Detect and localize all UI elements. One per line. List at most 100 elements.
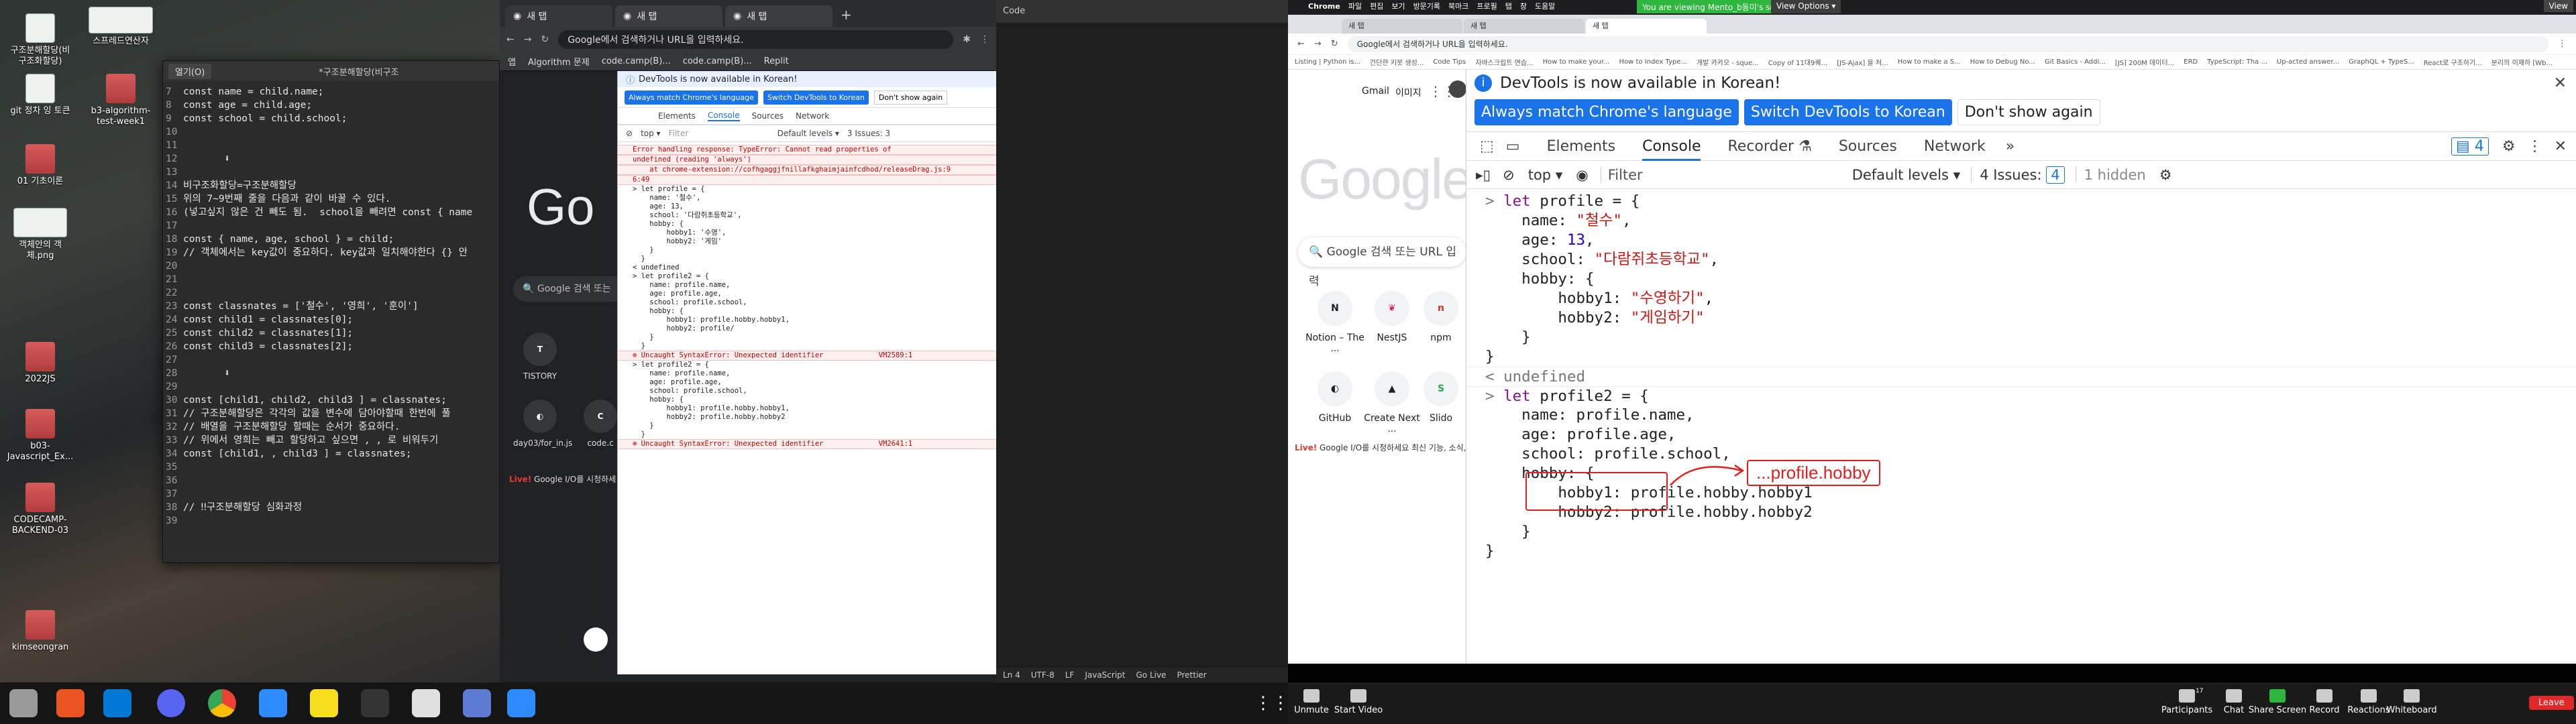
- bookmark-item[interactable]: Code Tips: [1433, 58, 1466, 66]
- match-language-button[interactable]: Always match Chrome's language: [1474, 99, 1739, 125]
- zoom-app-icon[interactable]: [507, 689, 535, 717]
- bookmark-item[interactable]: How to make your...: [1543, 58, 1610, 66]
- bookmark-item[interactable]: ERD: [2184, 58, 2198, 66]
- switch-korean-button[interactable]: Switch DevTools to Korean: [1743, 99, 1952, 125]
- gmail-link[interactable]: Gmail: [1362, 86, 1389, 97]
- shortcut-for-in[interactable]: ◐ day03/for_in.js: [513, 400, 572, 448]
- screenshot-icon[interactable]: [463, 689, 491, 717]
- bookmark-item[interactable]: GraphQL + TypeS...: [2349, 58, 2414, 66]
- issues-badge[interactable]: ▤ 4: [2451, 137, 2489, 156]
- settings-gear-icon[interactable]: ⚙: [2502, 138, 2516, 155]
- menu-icon[interactable]: ⋮: [2558, 39, 2567, 49]
- leave-button[interactable]: Leave: [2529, 696, 2574, 710]
- images-link[interactable]: 이미지: [1395, 86, 1421, 99]
- menu-item[interactable]: 탭: [1505, 0, 1512, 13]
- whiteboard-button[interactable]: Whiteboard: [2381, 689, 2442, 715]
- menu-item[interactable]: 편집: [1370, 0, 1383, 13]
- vscode-icon[interactable]: [103, 689, 131, 717]
- bookmark-item[interactable]: How to make a S...: [1898, 58, 1961, 66]
- bookmark-item[interactable]: 분리의 이재하 [Wb...: [2491, 57, 2553, 67]
- status-item[interactable]: UTF-8: [1031, 670, 1055, 680]
- filter-input[interactable]: Filter: [669, 129, 769, 138]
- browser-tab[interactable]: ◉ 새 탭: [615, 5, 722, 27]
- browser-tab[interactable]: ◉ 새 탭: [725, 5, 833, 27]
- open-button[interactable]: 열기(O): [168, 63, 212, 79]
- switch-korean-button[interactable]: Switch DevTools to Korean: [763, 90, 869, 105]
- desktop-folder-js-ex[interactable]: b03- Javascript_Ex...: [0, 409, 80, 463]
- view-options-button[interactable]: View Options ▾: [1771, 0, 1841, 13]
- menu-item[interactable]: 북마크: [1448, 0, 1468, 13]
- bookmark-item[interactable]: Listing | Python is...: [1295, 58, 1360, 66]
- discord-icon[interactable]: [157, 689, 185, 717]
- clear-console-icon[interactable]: ⊘: [626, 129, 633, 138]
- device-toggle-icon[interactable]: ▭: [1506, 138, 1520, 155]
- google-io-banner[interactable]: Live! Google I/O를 시청하세: [509, 473, 616, 485]
- terminal-icon[interactable]: [361, 689, 389, 717]
- back-icon[interactable]: ←: [1297, 39, 1305, 49]
- bookmark-item[interactable]: [JS] 200M 데이터...: [2115, 57, 2174, 67]
- close-notice-icon[interactable]: ✕: [2554, 74, 2567, 92]
- match-language-button[interactable]: Always match Chrome's language: [625, 90, 758, 105]
- bookmark-item[interactable]: Replit: [764, 56, 789, 66]
- status-item[interactable]: Prettier: [1177, 670, 1206, 680]
- filter-input[interactable]: Filter: [1600, 166, 1741, 183]
- tab-sources[interactable]: Sources: [752, 111, 784, 121]
- avatar[interactable]: [1449, 80, 1466, 98]
- desktop-file-spread[interactable]: 스프레드연산자: [80, 7, 161, 47]
- zoom-icon[interactable]: [259, 689, 287, 717]
- new-tab-icon[interactable]: +: [841, 7, 852, 23]
- extensions-icon[interactable]: ✱: [963, 34, 971, 45]
- bookmark-item[interactable]: code.camp(B)...: [683, 56, 752, 66]
- bookmark-item[interactable]: Copy of 11대9퀘...: [1768, 57, 1827, 67]
- shortcut-tistory[interactable]: T TISTORY: [513, 333, 567, 381]
- tab-elements[interactable]: Elements: [658, 111, 696, 121]
- start-video-button[interactable]: Start Video: [1328, 689, 1389, 715]
- issues-counter[interactable]: 4 Issues: 4: [1971, 166, 2065, 184]
- bookmark-item[interactable]: 간단한 키봇 생성...: [1370, 57, 1424, 67]
- eye-icon[interactable]: ◉: [1576, 167, 1588, 183]
- levels-dropdown[interactable]: Default levels ▾: [1852, 167, 1961, 183]
- status-item[interactable]: JavaScript: [1085, 670, 1125, 680]
- tab-console[interactable]: Console: [707, 111, 740, 121]
- more-tabs-icon[interactable]: »: [2006, 138, 2015, 155]
- desktop-file-destructuring[interactable]: 구조분해할당(비 구조화할당): [0, 13, 80, 67]
- software-store-icon[interactable]: [56, 689, 85, 717]
- kebab-menu-icon[interactable]: ⋮: [2528, 138, 2542, 155]
- menu-item[interactable]: 방문기록: [1413, 0, 1440, 13]
- bookmark-item[interactable]: Algorithm 문제: [528, 55, 590, 68]
- text-editor-icon[interactable]: [412, 689, 440, 717]
- editor-text-area[interactable]: 7 const name = child.name; 8 const age = ch…: [163, 81, 499, 528]
- app-grid-icon[interactable]: ⋮⋮⋮: [1254, 689, 1307, 717]
- status-item[interactable]: Ln 4: [1003, 670, 1020, 680]
- search-box[interactable]: 🔍 Google 검색 또는 URL 입력: [1298, 237, 1466, 288]
- levels-dropdown[interactable]: Default levels ▾: [777, 129, 839, 138]
- bookmark-item[interactable]: How to Debug No...: [1970, 58, 2035, 66]
- inspect-icon[interactable]: ⬚: [1480, 138, 1494, 155]
- menu-icon[interactable]: ⋮: [980, 34, 989, 45]
- clear-console-icon[interactable]: ⊘: [1503, 167, 1515, 183]
- files-icon[interactable]: [9, 689, 38, 717]
- tab-recorder[interactable]: Recorder ⚗: [1727, 138, 1811, 155]
- browser-tab[interactable]: 새 탭: [1342, 19, 1462, 34]
- desktop-folder-basics[interactable]: 01 기초이론: [0, 144, 80, 187]
- forward-icon[interactable]: →: [1314, 39, 1322, 49]
- tab-console[interactable]: Console: [1642, 138, 1701, 161]
- desktop-home-folder[interactable]: kimseongran: [0, 610, 80, 653]
- bookmark-item[interactable]: code.camp(B)...: [602, 56, 671, 66]
- dont-show-button[interactable]: Don't show again: [873, 90, 948, 105]
- menu-item[interactable]: 보기: [1391, 0, 1405, 13]
- bookmark-item[interactable]: TypeScript: Tha ...: [2207, 58, 2267, 66]
- shortcut-slido[interactable]: S Slido: [1407, 371, 1474, 424]
- reload-icon[interactable]: ↻: [1331, 39, 1338, 49]
- reload-icon[interactable]: ↻: [541, 34, 549, 45]
- address-bar[interactable]: Google에서 검색하거나 URL을 입력하세요.: [558, 30, 954, 49]
- sidebar-toggle-icon[interactable]: ▸▯: [1476, 167, 1491, 183]
- customize-pencil-icon[interactable]: [584, 627, 608, 652]
- view-button[interactable]: View: [2543, 0, 2573, 12]
- console-settings-icon[interactable]: ⚙: [2159, 167, 2172, 183]
- menu-item[interactable]: 파일: [1348, 0, 1362, 13]
- address-bar[interactable]: Google에서 검색하거나 URL을 입력하세요.: [1347, 36, 2548, 52]
- context-selector[interactable]: top ▾: [641, 129, 661, 138]
- search-box[interactable]: 🔍 Google 검색 또는: [513, 276, 627, 302]
- bookmark-item[interactable]: Up-acted answer...: [2277, 58, 2339, 66]
